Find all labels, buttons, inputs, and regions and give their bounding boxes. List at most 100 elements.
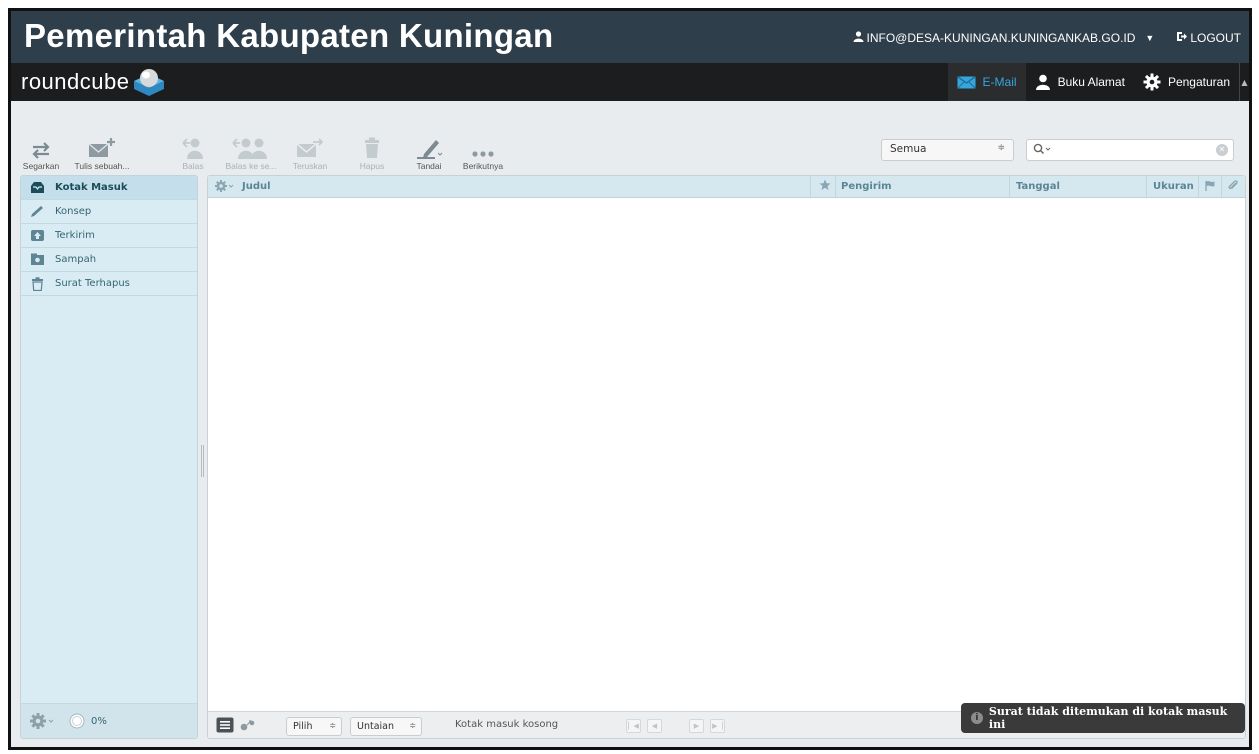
reply-all-icon: [223, 133, 279, 159]
select-dropdown-label: Pilih: [293, 721, 313, 732]
column-separator: [810, 176, 811, 198]
column-subject[interactable]: Judul: [242, 181, 271, 192]
nav-email[interactable]: E-Mail: [947, 63, 1026, 101]
refresh-label: Segarkan: [22, 161, 60, 171]
user-icon: [853, 31, 864, 45]
nav-email-label: E-Mail: [982, 75, 1017, 89]
nav-settings[interactable]: Pengaturan: [1134, 63, 1239, 101]
column-separator: [835, 176, 836, 198]
next-page-button[interactable]: ▶: [689, 719, 704, 733]
attachment-icon[interactable]: [1227, 180, 1239, 195]
message-list: Judul Pengirim Tanggal Ukuran Pilih ≑ Un…: [207, 175, 1246, 739]
flag-star-icon[interactable]: [819, 179, 831, 194]
forward-label: Teruskan: [292, 161, 328, 171]
select-arrows-icon: ≑: [409, 721, 416, 730]
folder-trash-label: Surat Terhapus: [55, 278, 130, 289]
reply-all-button[interactable]: Balas ke se...: [223, 133, 279, 171]
column-separator: [1221, 176, 1222, 198]
folder-sent[interactable]: Terkirim: [21, 224, 197, 248]
column-from[interactable]: Pengirim: [841, 181, 892, 192]
clear-search-icon[interactable]: ✕: [1216, 144, 1228, 156]
folder-junk[interactable]: Sampah: [21, 248, 197, 272]
more-button[interactable]: Berikutnya: [457, 133, 509, 171]
forward-icon: [287, 133, 333, 159]
forward-button[interactable]: Teruskan: [287, 133, 333, 171]
list-status: Kotak masuk kosong: [455, 719, 559, 730]
column-date[interactable]: Tanggal: [1016, 181, 1060, 192]
notification-text: Surat tidak ditemukan di kotak masuk ini: [988, 705, 1228, 731]
compose-button[interactable]: Tulis sebuah...: [65, 133, 139, 171]
roundcube-logo[interactable]: roundcube: [21, 67, 166, 97]
folder-list: Kotak Masuk Konsep Terkirim Sampah Surat…: [20, 175, 198, 739]
list-options-gear-icon[interactable]: [214, 179, 236, 196]
mark-icon: [409, 133, 449, 159]
column-separator: [1146, 176, 1147, 198]
quota-value: 0%: [91, 715, 107, 727]
column-size[interactable]: Ukuran: [1153, 181, 1194, 192]
logout-icon[interactable]: [1176, 31, 1188, 45]
delete-button[interactable]: Hapus: [355, 133, 389, 171]
first-page-button[interactable]: ▏◀: [626, 719, 641, 733]
column-separator: [1198, 176, 1199, 198]
pencil-icon: [29, 205, 45, 219]
mark-button[interactable]: Tandai: [409, 133, 449, 171]
folder-sent-label: Terkirim: [55, 230, 95, 241]
compose-icon: [65, 133, 139, 159]
notification-toast: i Surat tidak ditemukan di kotak masuk i…: [961, 703, 1245, 733]
chevron-down-icon[interactable]: ▼: [1145, 33, 1154, 43]
folder-trash[interactable]: Surat Terhapus: [21, 272, 197, 296]
pane-splitter[interactable]: [201, 445, 204, 477]
previous-page-button[interactable]: ◀: [647, 719, 662, 733]
envelope-icon: [956, 75, 976, 89]
nav-collapse-handle[interactable]: ▲: [1239, 63, 1249, 101]
compose-label: Tulis sebuah...: [74, 161, 130, 171]
folder-inbox[interactable]: Kotak Masuk: [21, 176, 197, 200]
list-menu-icon[interactable]: [216, 717, 234, 736]
cube-logo-icon: [132, 67, 166, 97]
select-dropdown[interactable]: Pilih ≑: [286, 717, 342, 736]
app-window: Pemerintah Kabupaten Kuningan INFO@DESA-…: [8, 8, 1252, 750]
reply-all-label: Balas ke se...: [225, 161, 277, 171]
flag-icon[interactable]: [1205, 180, 1216, 195]
search-box[interactable]: ✕: [1026, 139, 1234, 161]
gear-icon: [1143, 73, 1161, 91]
user-email[interactable]: INFO@DESA-KUNINGAN.KUNINGANKAB.GO.ID: [867, 31, 1136, 45]
last-page-button[interactable]: ▶▕: [710, 719, 725, 733]
filter-select[interactable]: Semua ≑: [881, 139, 1014, 161]
folder-actions-gear-icon[interactable]: [29, 712, 55, 730]
nav-address-book[interactable]: Buku Alamat: [1026, 63, 1134, 101]
folder-drafts-label: Konsep: [55, 206, 92, 217]
message-list-header: Judul Pengirim Tanggal Ukuran: [208, 176, 1245, 198]
more-icon: [457, 133, 509, 159]
main-nav: E-Mail Buku Alamat Pengaturan ▲: [947, 63, 1249, 101]
logout-link[interactable]: LOGOUT: [1190, 31, 1241, 45]
junk-icon: [29, 253, 45, 267]
reply-icon: [177, 133, 209, 159]
site-title: Pemerintah Kabupaten Kuningan: [24, 17, 554, 54]
reply-button[interactable]: Balas: [177, 133, 209, 171]
column-separator: [1009, 176, 1010, 198]
user-area: INFO@DESA-KUNINGAN.KUNINGANKAB.GO.ID ▼ L…: [853, 31, 1241, 45]
threads-dropdown[interactable]: Untaian ≑: [350, 717, 422, 736]
filter-value: Semua: [890, 143, 927, 155]
folder-list-footer: 0%: [21, 703, 197, 738]
refresh-icon: [19, 133, 63, 159]
select-arrows-icon: ≑: [329, 721, 336, 730]
trash-icon: [355, 133, 389, 159]
threads-dropdown-label: Untaian: [357, 721, 395, 732]
folder-inbox-label: Kotak Masuk: [55, 182, 128, 193]
info-icon: i: [971, 712, 983, 724]
refresh-button[interactable]: Segarkan: [19, 133, 63, 171]
threads-toggle-icon[interactable]: [240, 719, 256, 734]
header-bar: roundcube E-Mail Buku Alamat Pengaturan …: [11, 63, 1249, 101]
nav-settings-label: Pengaturan: [1167, 75, 1230, 89]
inbox-icon: [29, 181, 45, 195]
top-banner: Pemerintah Kabupaten Kuningan INFO@DESA-…: [11, 11, 1249, 63]
trash-icon: [29, 276, 45, 291]
folder-drafts[interactable]: Konsep: [21, 200, 197, 224]
search-icon[interactable]: [1033, 143, 1051, 158]
reply-label: Balas: [182, 161, 204, 171]
person-icon: [1035, 74, 1051, 90]
select-arrows-icon: ≑: [997, 143, 1005, 153]
logo-text: roundcube: [21, 69, 130, 94]
